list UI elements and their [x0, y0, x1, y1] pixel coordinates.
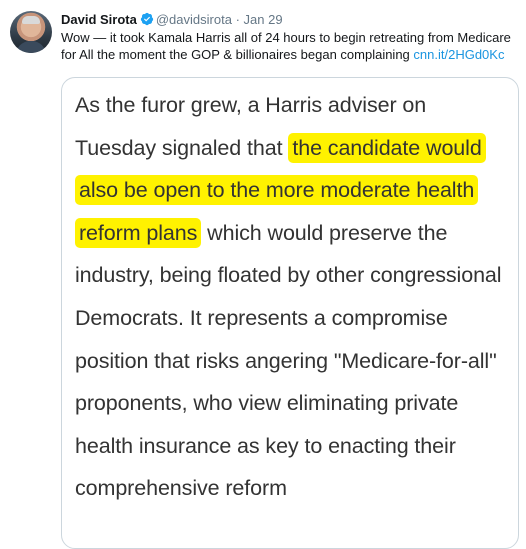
separator-dot: ·	[235, 12, 240, 27]
excerpt-after: which would preserve the industry, being…	[75, 220, 502, 501]
avatar[interactable]	[10, 11, 52, 53]
author-handle[interactable]: @davidsirota	[156, 12, 232, 27]
author-name[interactable]: David Sirota	[61, 12, 137, 27]
avatar-hair	[22, 16, 40, 24]
avatar-shirt	[16, 41, 46, 53]
tweet-date[interactable]: Jan 29	[244, 12, 283, 27]
tweet-text: Wow — it took Kamala Harris all of 24 ho…	[61, 29, 516, 63]
verified-badge-icon	[140, 12, 154, 30]
article-excerpt: As the furor grew, a Harris adviser on T…	[75, 84, 510, 510]
tweet-media[interactable]: As the furor grew, a Harris adviser on T…	[61, 77, 519, 549]
tweet-link[interactable]: cnn.it/2HGd0Kc	[413, 47, 504, 62]
tweet-header: David Sirota @davidsirota · Jan 29	[61, 11, 283, 30]
